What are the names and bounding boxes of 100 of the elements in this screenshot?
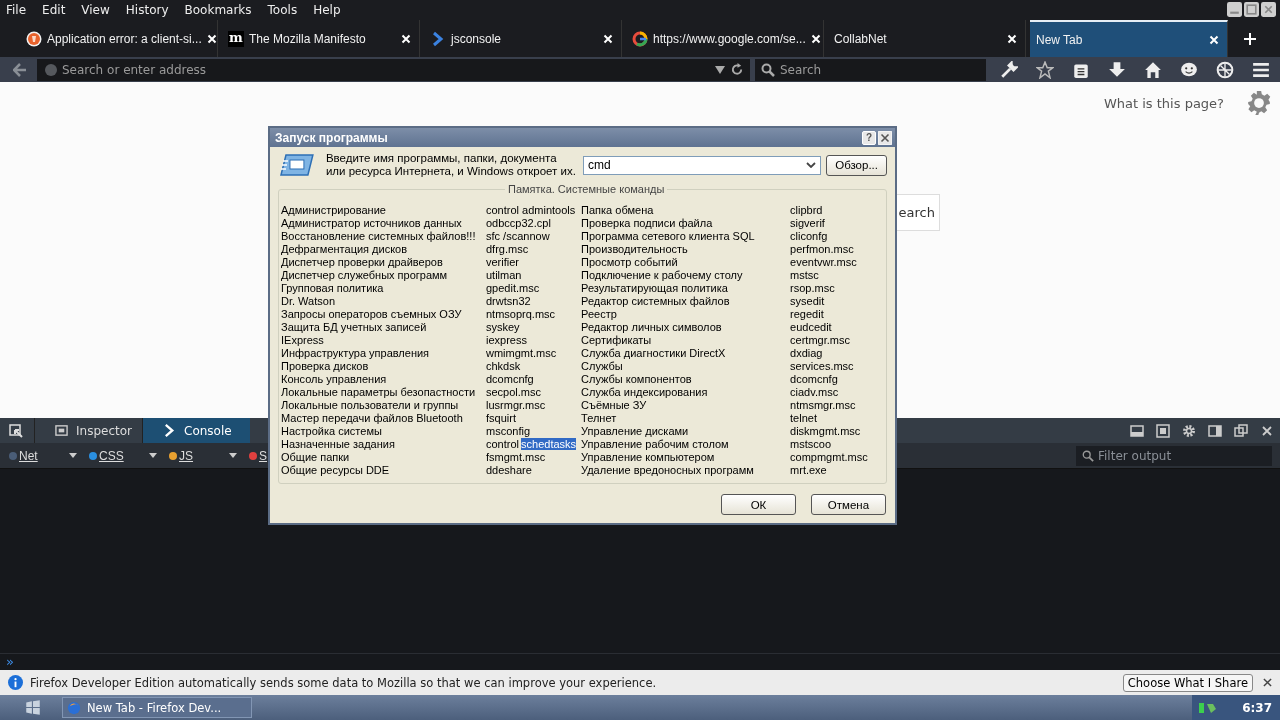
menu-item[interactable]: History [125,3,169,17]
undock-icon[interactable] [1234,423,1248,438]
program-name: Служба диагностики DirectX [581,347,727,360]
run-program-icon [280,153,314,177]
favicon-icon [26,30,42,47]
settings-icon[interactable] [1182,423,1196,438]
program-name: Мастер передачи файлов Bluetooth [281,412,464,425]
menu-item[interactable]: Edit [42,3,66,17]
devtools-tab[interactable]: Console [142,418,250,443]
menu-item[interactable]: Tools [267,3,298,17]
program-name: Сертификаты [581,334,653,347]
program-name: Настройка системы [281,425,383,438]
command-text: ddeshare [486,464,532,477]
program-name: Групповая политика [281,282,385,295]
cancel-button[interactable]: Отмена [811,494,886,515]
dropdown-icon[interactable] [715,65,725,74]
inspector-icon [55,424,68,437]
command-text: verifier [486,256,519,269]
command-text: chkdsk [486,360,521,373]
star-icon[interactable] [1036,60,1054,79]
program-name: Управление рабочим столом [581,438,730,451]
command-text: utilman [486,269,522,282]
filter-button[interactable]: Net [19,448,69,463]
program-name: Производительность [581,243,689,256]
command-text: syskey [486,321,520,334]
browser-logo-icon [67,700,81,715]
command-text: drwtsn32 [486,295,531,308]
filter-button[interactable]: JS [179,448,229,463]
menu-item[interactable]: File [6,3,27,17]
group-title: Памятка. Системные команды [505,183,668,195]
program-name: Телнет [581,412,618,425]
settings-icon[interactable] [1246,90,1272,116]
caret-icon[interactable] [69,453,77,458]
program-name: Дефрагментация дисков [281,243,409,256]
command-text: mstsc [790,269,819,282]
notification-text: Firefox Developer Edition automatically sends some data to Mozilla so that we can improve your experience. [30,675,657,690]
menu-item[interactable]: Bookmarks [184,3,252,17]
caret-icon[interactable] [229,453,237,458]
command-text: clipbrd [790,204,823,217]
search-field[interactable]: Search [775,57,986,82]
command-text: regedit [790,308,824,321]
program-name: Консоль управления [281,373,388,386]
globe-icon[interactable] [1216,60,1234,79]
program-name: Проверка дисков [281,360,370,373]
dock-side-icon[interactable] [1208,423,1222,438]
program-name: Службы компонентов [581,373,693,386]
split-console-icon[interactable] [1130,423,1144,438]
command-text: secpol.msc [486,386,542,399]
search-button[interactable]: earch [895,194,940,231]
command-text: gpedit.msc [486,282,540,295]
scratchpad-icon[interactable] [1156,423,1170,438]
command-text: cliconfg [790,230,828,243]
menu-icon[interactable] [1252,60,1270,79]
command-text: telnet [790,412,817,425]
reload-icon[interactable] [731,63,744,76]
program-name: Диспетчер проверки драйверов [281,256,444,269]
windows-logo-icon[interactable] [24,698,42,717]
wrench-icon[interactable] [1000,60,1018,79]
menu-item[interactable]: View [81,3,110,17]
close-icon[interactable] [1260,423,1274,438]
back-arrow-icon[interactable] [13,62,27,77]
search-bar[interactable]: Search [755,58,986,81]
filter-button[interactable]: CSS [99,448,149,463]
download-icon[interactable] [1108,60,1126,79]
new-tab-icon[interactable] [1244,32,1256,45]
chat-icon[interactable] [1180,60,1198,79]
command-text: sfc /scannow [486,230,550,243]
command-text: odbccp32.cpl [486,217,551,230]
ok-button[interactable]: ОК [721,494,796,515]
help-button[interactable]: ? [862,130,876,145]
choose-share-button[interactable]: Choose What I Share [1122,673,1253,692]
filter-field[interactable]: Filter output [1094,444,1270,467]
command-text: rsop.msc [790,282,835,295]
program-name: Программа сетевого клиента SQL [581,230,756,243]
command-text: ciadv.msc [790,386,839,399]
program-name: Инфраструктура управления [281,347,431,360]
browse-button[interactable]: Обзор... [826,154,887,176]
home-icon[interactable] [1144,60,1162,79]
program-name: Удаление вредоносных программ [581,464,755,477]
command-text: services.msc [790,360,854,373]
taskbar-button[interactable]: New Tab - Firefox Dev... [62,697,252,718]
command-text: dxdiag [790,347,823,360]
program-name: Локальные пользователи и группы [281,399,460,412]
filter-bar[interactable]: Filter output [1076,445,1272,466]
caret-icon[interactable] [149,453,157,458]
instruction-text: Введите имя программы, папки, документа или ресурса Интернета, и Windows откроет их. [325,152,577,178]
info-icon [8,675,23,690]
program-name: Просмотр событий [581,256,679,269]
command-text: iexpress [486,334,527,347]
browser-tab[interactable]: New Tab [1030,20,1228,57]
command-text: wmimgmt.msc [486,347,557,360]
element-picker-icon[interactable] [9,423,23,438]
command-text: lusrmgr.msc [486,399,546,412]
clock: 6:37 [1242,700,1272,715]
help-link[interactable]: What is this page? [1103,95,1224,111]
program-combo-box[interactable]: cmd [583,155,822,175]
close-icon[interactable] [1263,678,1272,687]
search-icon [761,62,775,77]
command-text: mrt.exe [790,464,827,477]
menu-item[interactable]: Help [313,3,341,17]
